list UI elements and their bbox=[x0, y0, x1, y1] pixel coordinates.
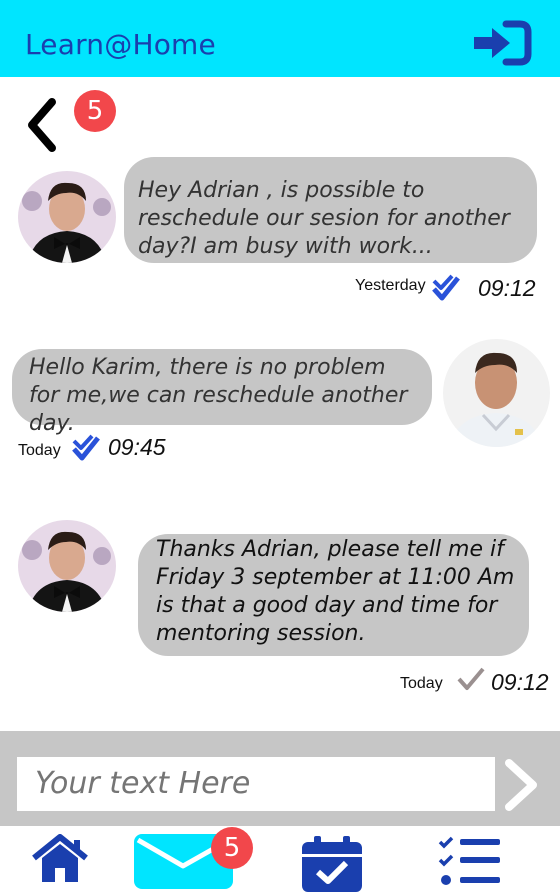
login-button[interactable] bbox=[470, 20, 532, 66]
message-bubble-incoming: Hey Adrian , is possible to reschedule o… bbox=[124, 157, 537, 263]
message-input[interactable] bbox=[17, 757, 495, 811]
back-button[interactable] bbox=[22, 96, 66, 154]
messages-badge: 5 bbox=[211, 827, 253, 869]
nav-home[interactable] bbox=[30, 834, 90, 884]
user-avatar-icon bbox=[18, 520, 116, 612]
message-day-label: Today bbox=[18, 442, 61, 459]
chevron-right-icon bbox=[505, 759, 537, 811]
message-time: 09:45 bbox=[108, 434, 166, 460]
check-icon bbox=[457, 667, 485, 690]
message-day-label: Today bbox=[400, 675, 443, 692]
avatar-adrian[interactable] bbox=[443, 339, 550, 447]
message-time: 09:12 bbox=[491, 669, 549, 695]
user-avatar-icon bbox=[443, 339, 550, 447]
app-title: Learn@Home bbox=[25, 28, 216, 61]
double-check-icon bbox=[432, 274, 460, 301]
send-button[interactable] bbox=[495, 757, 550, 813]
sign-in-icon bbox=[474, 20, 532, 66]
chevron-left-icon bbox=[28, 98, 56, 152]
calendar-check-icon bbox=[302, 836, 362, 892]
nav-tasks[interactable] bbox=[438, 836, 502, 886]
avatar-karim[interactable] bbox=[18, 520, 116, 612]
message-day-label: Yesterday bbox=[355, 277, 426, 294]
avatar-karim[interactable] bbox=[18, 171, 116, 263]
double-check-icon bbox=[72, 434, 100, 461]
home-icon bbox=[32, 834, 88, 882]
message-bubble-outgoing: Hello Karim, there is no problem for me,… bbox=[12, 349, 432, 436]
task-list-icon bbox=[438, 836, 500, 885]
notification-badge: 5 bbox=[74, 90, 116, 132]
user-avatar-icon bbox=[18, 171, 116, 263]
message-time: 09:12 bbox=[478, 275, 536, 301]
message-bubble-incoming: Thanks Adrian, please tell me if Friday … bbox=[138, 534, 529, 656]
nav-calendar[interactable] bbox=[300, 836, 364, 892]
